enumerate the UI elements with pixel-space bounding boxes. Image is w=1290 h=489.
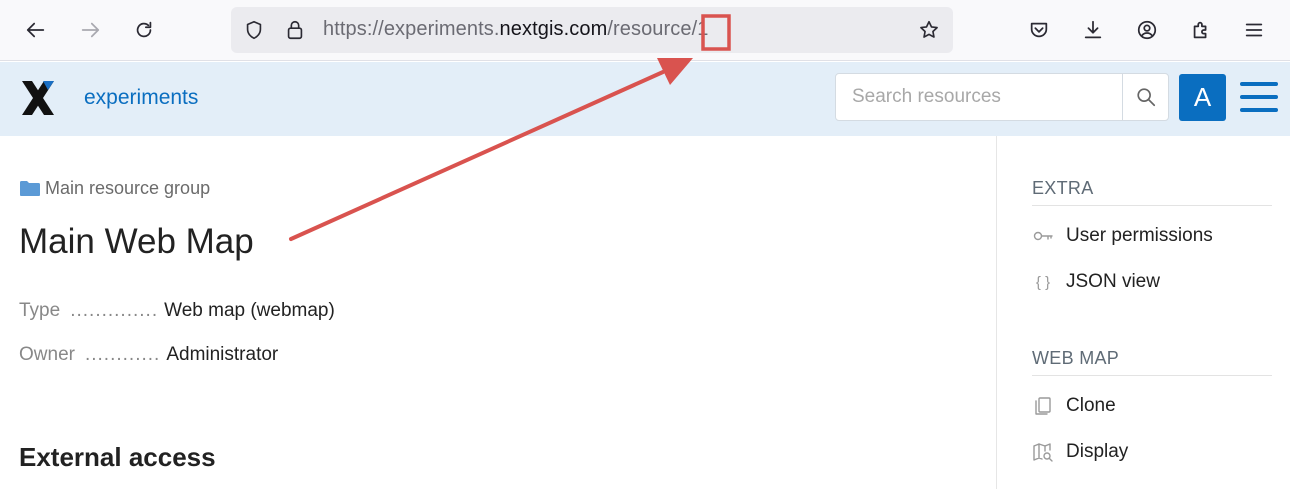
- arrow-right-icon: [81, 22, 100, 38]
- map-search-icon: [1032, 442, 1054, 462]
- app-name-link[interactable]: experiments: [84, 86, 198, 110]
- account-button[interactable]: [1131, 14, 1163, 46]
- puzzle-icon: [1193, 21, 1207, 39]
- reload-button[interactable]: [128, 14, 160, 46]
- arrow-left-icon: [26, 22, 45, 38]
- extensions-button[interactable]: [1185, 14, 1217, 46]
- user-avatar-button[interactable]: A: [1179, 74, 1226, 121]
- property-dots: ............: [84, 344, 161, 365]
- menu-line: [1240, 95, 1278, 99]
- search-button[interactable]: [1122, 73, 1169, 121]
- bookmark-star-icon[interactable]: [918, 19, 940, 41]
- property-key: Owner: [19, 344, 75, 365]
- property-row-type: Type .............. Web map (webmap): [19, 300, 335, 322]
- downloads-button[interactable]: [1077, 14, 1109, 46]
- forward-button[interactable]: [74, 14, 106, 46]
- pocket-icon: [1030, 22, 1048, 38]
- folder-icon: [20, 181, 40, 196]
- sidebar-item-label: Display: [1066, 441, 1129, 462]
- lock-icon[interactable]: [284, 19, 306, 41]
- url-text[interactable]: https://experiments.nextgis.com/resource…: [323, 18, 709, 41]
- page-title: Main Web Map: [19, 222, 254, 261]
- panel-section-title-web-map: WEB MAP: [1032, 348, 1272, 376]
- sidebar-item-label: JSON view: [1066, 271, 1160, 292]
- search-input[interactable]: [836, 74, 1122, 120]
- property-row-owner: Owner ............ Administrator: [19, 344, 278, 366]
- sidebar-item-label: User permissions: [1066, 225, 1213, 246]
- app-header: experiments A: [0, 62, 1290, 136]
- app-menu-button[interactable]: [1238, 14, 1270, 46]
- account-icon: [1137, 20, 1157, 40]
- search-box: [835, 73, 1123, 121]
- app-hamburger-menu-button[interactable]: [1240, 80, 1280, 116]
- property-value: Web map (webmap): [164, 300, 335, 321]
- property-value: Administrator: [166, 344, 279, 365]
- copy-icon: [1032, 396, 1054, 416]
- property-dots: ..............: [70, 300, 159, 321]
- back-button[interactable]: [20, 14, 52, 46]
- section-title-external-access: External access: [19, 442, 216, 472]
- reload-icon: [136, 21, 152, 38]
- menu-line: [1240, 82, 1278, 86]
- hamburger-icon: [1245, 23, 1263, 37]
- sidebar-item-json-view[interactable]: { } JSON view: [1032, 271, 1160, 293]
- breadcrumb[interactable]: Main resource group: [19, 178, 210, 199]
- search-icon: [1136, 88, 1155, 107]
- breadcrumb-label[interactable]: Main resource group: [45, 178, 210, 199]
- download-icon: [1084, 20, 1102, 39]
- key-icon: [1032, 226, 1054, 246]
- sidebar-divider: [996, 136, 997, 489]
- url-bar[interactable]: https://experiments.nextgis.com/resource…: [231, 7, 953, 53]
- sidebar-item-user-permissions[interactable]: User permissions: [1032, 225, 1213, 247]
- pocket-button[interactable]: [1023, 14, 1055, 46]
- braces-icon: { }: [1035, 273, 1051, 291]
- shield-icon[interactable]: [243, 19, 265, 41]
- sidebar-item-clone[interactable]: Clone: [1032, 395, 1116, 417]
- main-content: Main resource group Main Web Map Type ..…: [0, 136, 996, 489]
- property-key: Type: [19, 300, 61, 321]
- nextgis-logo-icon[interactable]: [20, 79, 56, 117]
- browser-toolbar: https://experiments.nextgis.com/resource…: [0, 0, 1290, 61]
- sidebar-item-display[interactable]: Display: [1032, 441, 1128, 463]
- menu-line: [1240, 108, 1278, 112]
- sidebar-item-label: Clone: [1066, 395, 1116, 416]
- panel-section-title-extra: EXTRA: [1032, 178, 1272, 206]
